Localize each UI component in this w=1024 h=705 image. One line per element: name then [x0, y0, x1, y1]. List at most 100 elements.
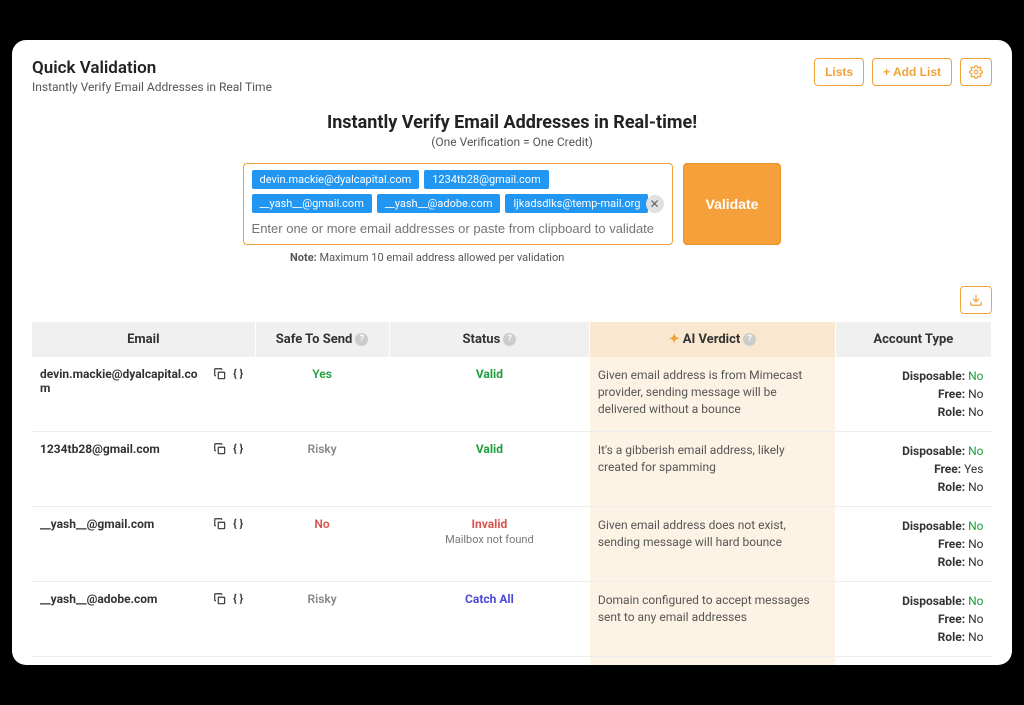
info-icon[interactable]: ?: [743, 333, 756, 346]
download-icon: [969, 293, 983, 307]
page-subtitle: Instantly Verify Email Addresses in Real…: [32, 80, 272, 94]
account-type-block: Disposable: NoFree: NoRole: No: [843, 517, 983, 571]
col-header-ai: ✦AI Verdict?: [590, 322, 835, 357]
json-icon[interactable]: { }: [233, 442, 247, 454]
account-type-block: Disposable: NoFree: NoRole: No: [843, 367, 983, 421]
col-header-safe: Safe To Send?: [255, 322, 389, 357]
download-button[interactable]: [960, 286, 992, 314]
table-header-row: Email Safe To Send? Status? ✦AI Verdict?…: [32, 322, 992, 357]
info-icon[interactable]: ?: [503, 333, 516, 346]
status-value: Valid: [397, 442, 582, 456]
table-row: __yash__@adobe.com { } Risky Catch All Domai…: [32, 582, 992, 657]
clear-input-button[interactable]: ✕: [646, 195, 664, 213]
role-label: Role:: [938, 555, 966, 569]
email-tag[interactable]: devin.mackie@dyalcapital.com: [252, 170, 420, 189]
email-tag[interactable]: __yash__@adobe.com: [377, 194, 501, 213]
page-title: Quick Validation: [32, 58, 272, 78]
add-list-button[interactable]: + Add List: [872, 58, 952, 86]
json-icon[interactable]: { }: [233, 592, 247, 604]
email-value: 1234tb28@gmail.com: [40, 442, 207, 456]
status-sub: Mailbox not found: [397, 533, 582, 546]
disposable-value: No: [968, 594, 983, 608]
json-icon[interactable]: { }: [233, 517, 247, 529]
safe-value: No: [314, 517, 329, 531]
safe-value: Risky: [307, 442, 336, 456]
hero-credit-line: (One Verification = One Credit): [32, 135, 992, 149]
info-icon[interactable]: ?: [355, 333, 368, 346]
table-row: devin.mackie@dyalcapital.com { } Yes Valid G…: [32, 357, 992, 432]
free-value: No: [968, 537, 983, 551]
account-type-block: Disposable: NoFree: NoRole: No: [843, 592, 983, 646]
email-value: __yash__@adobe.com: [40, 592, 207, 606]
free-value: No: [968, 387, 983, 401]
table-row: __yash__@gmail.com { } No Invalid Mailbox no…: [32, 507, 992, 582]
input-row: devin.mackie@dyalcapital.com1234tb28@gma…: [32, 163, 992, 245]
ai-verdict-text: Given email address does not exist, send…: [598, 517, 827, 551]
download-row: [32, 286, 992, 314]
app-window: Quick Validation Instantly Verify Email …: [12, 40, 1012, 665]
hero-headline: Instantly Verify Email Addresses in Real…: [32, 112, 992, 133]
email-tag[interactable]: ljkadsdlks@temp-mail.org: [505, 194, 648, 213]
role-label: Role:: [938, 405, 966, 419]
disposable-value: No: [968, 519, 983, 533]
safe-value: Risky: [307, 592, 336, 606]
col-header-email: Email: [32, 322, 255, 357]
sparkle-icon: ✦: [669, 332, 680, 347]
col-header-type: Account Type: [835, 322, 991, 357]
role-label: Role:: [938, 630, 966, 644]
role-value: No: [968, 630, 983, 644]
email-value: __yash__@gmail.com: [40, 517, 207, 531]
account-type-block: Disposable: No Free: Yes Role: No: [843, 442, 983, 496]
results-table: Email Safe To Send? Status? ✦AI Verdict?…: [32, 322, 992, 665]
email-input[interactable]: [252, 219, 664, 238]
disposable-label: Disposable:: [902, 594, 965, 608]
email-value: devin.mackie@dyalcapital.com: [40, 367, 207, 395]
status-value: Valid: [397, 367, 582, 381]
col-header-status: Status?: [389, 322, 590, 357]
role-value: No: [968, 405, 983, 419]
email-tag[interactable]: __yash__@gmail.com: [252, 194, 372, 213]
free-label: Free:: [938, 537, 965, 551]
hero-section: Instantly Verify Email Addresses in Real…: [32, 112, 992, 149]
role-label: Role:: [938, 480, 966, 494]
copy-icon[interactable]: [213, 517, 227, 529]
ai-verdict-text: Domain configured to accept messages sen…: [598, 592, 827, 626]
validate-button[interactable]: Validate: [683, 163, 782, 245]
settings-button[interactable]: [960, 58, 992, 86]
json-icon[interactable]: { }: [233, 367, 247, 379]
disposable-label: Disposable:: [902, 369, 965, 383]
page-header: Quick Validation Instantly Verify Email …: [32, 58, 992, 94]
header-left: Quick Validation Instantly Verify Email …: [32, 58, 272, 94]
free-value: Yes: [964, 462, 983, 476]
header-buttons: Lists + Add List: [814, 58, 992, 86]
ai-verdict-text: Given email address is from Mimecast pro…: [598, 367, 827, 417]
copy-icon[interactable]: [213, 592, 227, 604]
note-label: Note:: [290, 251, 317, 264]
free-label: Free:: [938, 387, 965, 401]
input-note: Note: Maximum 10 email address allowed p…: [290, 251, 992, 264]
status-value: Invalid: [397, 517, 582, 531]
lists-button[interactable]: Lists: [814, 58, 864, 86]
note-text: Maximum 10 email address allowed per val…: [317, 251, 565, 264]
email-tag-input[interactable]: devin.mackie@dyalcapital.com1234tb28@gma…: [243, 163, 673, 245]
email-tags: devin.mackie@dyalcapital.com1234tb28@gma…: [252, 170, 664, 213]
disposable-value: No: [968, 369, 983, 383]
disposable-label: Disposable:: [902, 519, 965, 533]
copy-icon[interactable]: [213, 442, 227, 454]
role-value: No: [968, 555, 983, 569]
table-row: ljkadsdlks@temp-mail.org{ }NoCatch AllIt…: [32, 657, 992, 666]
disposable-label: Disposable:: [902, 444, 965, 458]
email-tag[interactable]: 1234tb28@gmail.com: [424, 170, 548, 189]
free-value: No: [968, 612, 983, 626]
free-label: Free:: [938, 612, 965, 626]
disposable-value: No: [968, 444, 983, 458]
free-label: Free:: [934, 462, 961, 476]
ai-verdict-text: It's a gibberish email address, likely c…: [598, 442, 827, 476]
gear-icon: [969, 65, 983, 79]
status-value: Catch All: [397, 592, 582, 606]
role-value: No: [968, 480, 983, 494]
close-icon: ✕: [650, 197, 660, 211]
table-row: 1234tb28@gmail.com { } Risky Valid It's a gi…: [32, 432, 992, 507]
safe-value: Yes: [312, 367, 332, 381]
copy-icon[interactable]: [213, 367, 227, 379]
